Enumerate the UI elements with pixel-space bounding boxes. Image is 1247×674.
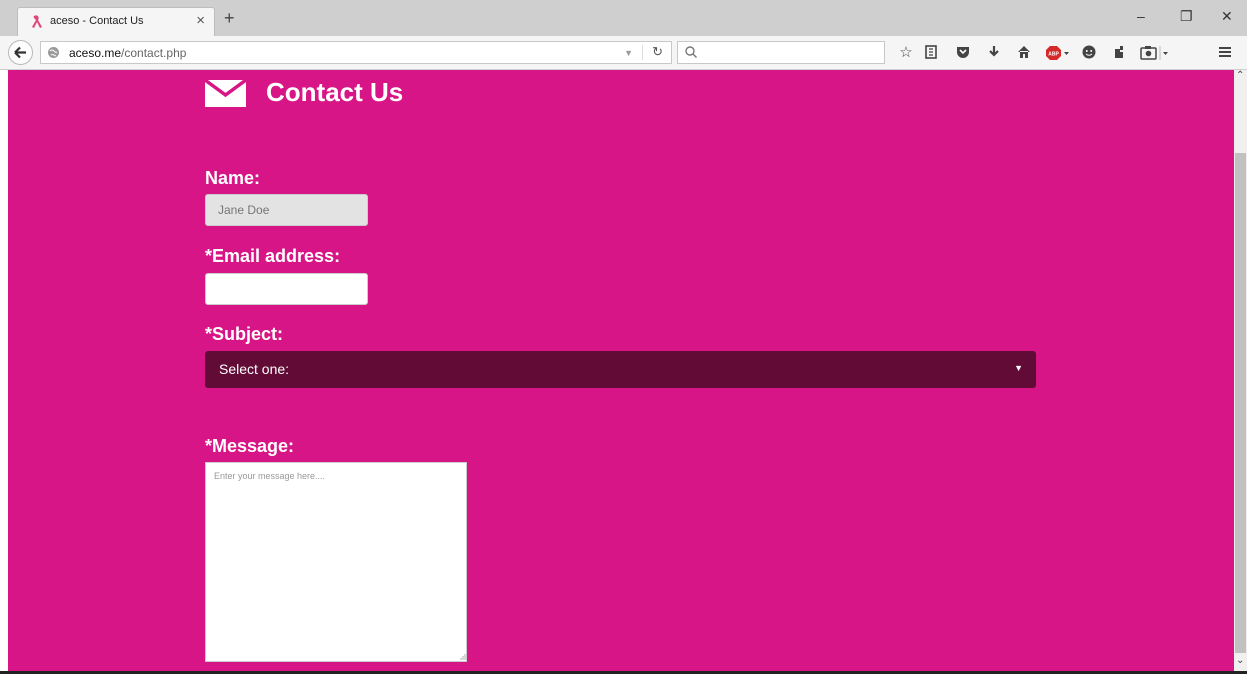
subject-selected-value: Select one: <box>219 361 290 377</box>
page-content: Contact Us Name: *Email address: *Subjec… <box>8 70 1234 671</box>
subject-label: *Subject: <box>205 324 284 344</box>
chat-icon[interactable] <box>1080 44 1098 62</box>
menu-icon[interactable] <box>1216 44 1234 62</box>
reading-list-icon[interactable] <box>922 44 940 62</box>
new-tab-icon[interactable]: + <box>224 8 235 29</box>
message-label: *Message: <box>205 436 295 456</box>
close-window-icon[interactable]: ✕ <box>1221 8 1233 25</box>
url-bar[interactable]: aceso.me/contact.php ▼ ↻ <box>40 41 672 64</box>
scroll-up-icon[interactable]: ⌃ <box>1236 70 1244 81</box>
url-text: aceso.me/contact.php <box>69 46 186 60</box>
tab-strip: aceso - Contact Us × + – ❐ ✕ <box>0 0 1247 36</box>
search-bar[interactable] <box>677 41 885 64</box>
url-host: aceso.me <box>69 46 122 60</box>
page-title: Contact Us <box>266 77 404 107</box>
chevron-down-icon: ▼ <box>1014 363 1023 373</box>
envelope-icon <box>205 80 246 107</box>
adblock-icon[interactable]: ABP <box>1045 44 1071 62</box>
search-icon <box>685 46 697 58</box>
adblock-label: ABP <box>1048 52 1059 58</box>
restore-icon[interactable]: ❐ <box>1180 8 1193 25</box>
subject-select[interactable]: Select one: ▼ <box>205 351 1036 388</box>
globe-icon <box>48 47 59 58</box>
browser-tab[interactable]: aceso - Contact Us × <box>17 7 215 36</box>
url-separator <box>642 45 643 60</box>
home-icon[interactable] <box>1015 44 1033 62</box>
extension-icon[interactable] <box>1110 44 1128 62</box>
email-label: *Email address: <box>205 246 341 266</box>
scroll-down-icon[interactable]: ⌄ <box>1236 655 1244 666</box>
resize-grip-icon[interactable] <box>458 653 466 661</box>
back-arrow-icon <box>14 46 26 59</box>
ribbon-icon <box>32 15 42 28</box>
tab-title: aceso - Contact Us <box>50 15 144 27</box>
screenshot-icon[interactable] <box>1140 44 1170 62</box>
vertical-scrollbar[interactable]: ⌃ ⌄ <box>1234 70 1247 671</box>
url-path: /contact.php <box>121 46 187 60</box>
url-dropdown-icon[interactable]: ▼ <box>624 48 633 58</box>
reload-icon[interactable]: ↻ <box>652 44 663 60</box>
minimize-icon[interactable]: – <box>1137 8 1145 24</box>
message-textarea[interactable] <box>205 462 467 662</box>
pocket-icon[interactable] <box>954 44 972 62</box>
email-input[interactable] <box>205 273 368 305</box>
back-button[interactable] <box>8 40 33 65</box>
scrollbar-thumb[interactable] <box>1235 153 1246 653</box>
navigation-bar: aceso.me/contact.php ▼ ↻ ☆ ABP <box>0 36 1247 70</box>
tab-close-icon[interactable]: × <box>196 12 205 29</box>
name-label: Name: <box>205 168 261 188</box>
name-input[interactable] <box>205 194 368 226</box>
download-icon[interactable] <box>985 44 1003 62</box>
star-icon[interactable]: ☆ <box>897 44 915 62</box>
